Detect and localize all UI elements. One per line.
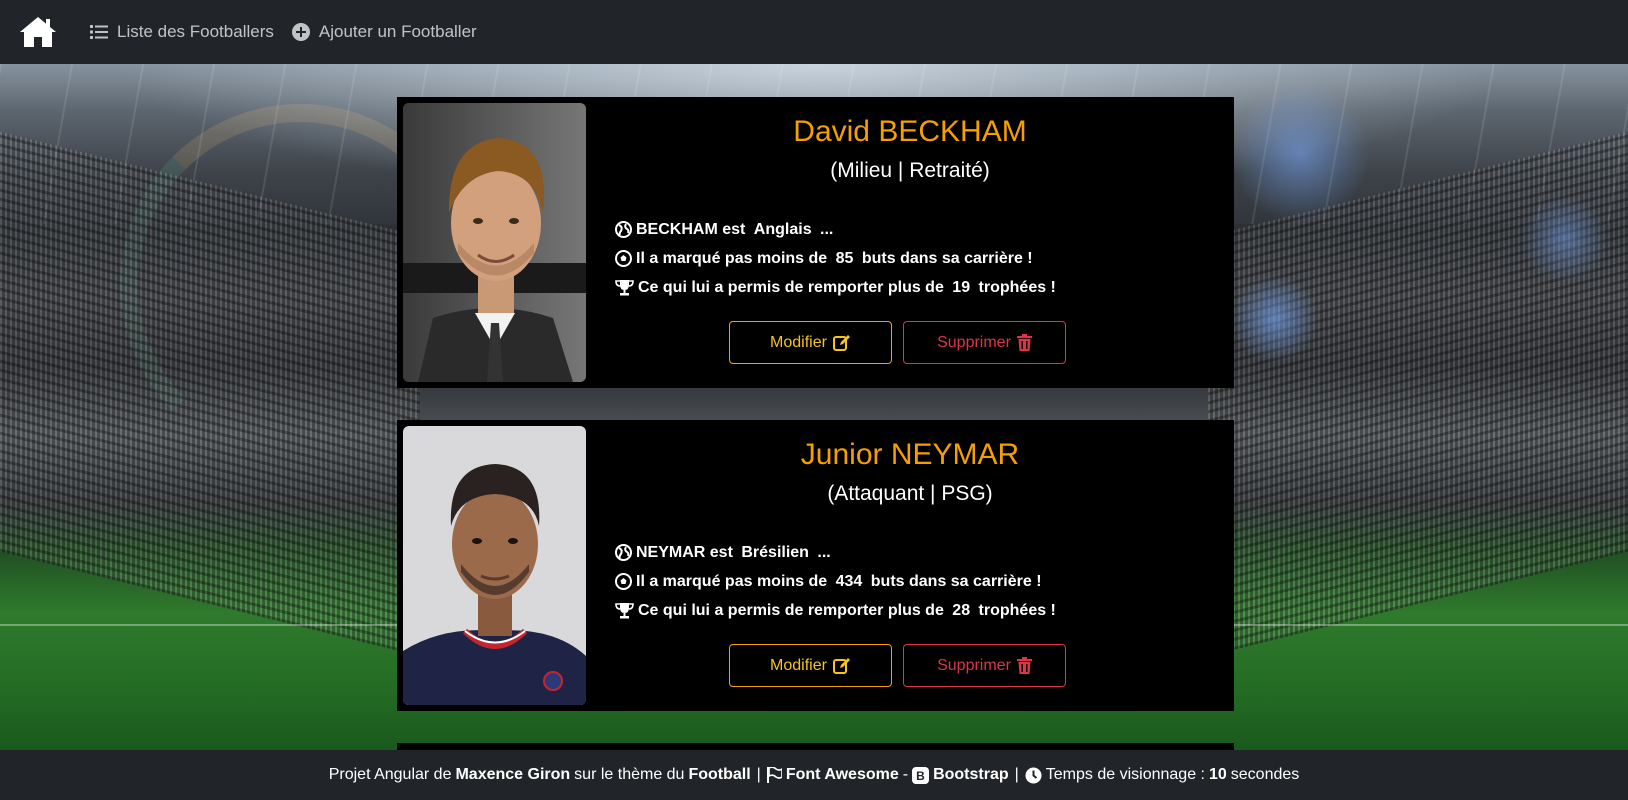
fact-text: NEYMAR est (636, 544, 738, 561)
player-card: Junior NEYMAR (Attaquant | PSG) NEYMAR e… (397, 420, 1234, 711)
fact-text: ... (815, 221, 834, 238)
nav-link-label: Ajouter un Footballer (318, 22, 477, 41)
player-facts: NEYMAR est Brésilien ... Il a marqué pas… (615, 538, 1056, 625)
fact-text: buts dans sa carrière ! (866, 573, 1042, 590)
footer-separator: | (1014, 766, 1019, 783)
globe-icon (615, 544, 632, 561)
trophy-icon (615, 603, 634, 619)
footer-text: sur le thème du (574, 766, 685, 783)
fact-text: trophées ! (974, 279, 1056, 296)
trash-icon (1016, 657, 1032, 674)
footer-theme: Football (688, 766, 751, 783)
player-photo (403, 103, 586, 382)
list-icon (90, 25, 108, 39)
nationality-line: BECKHAM est Anglais ... (615, 215, 1056, 244)
edit-button-label: Modifier (770, 333, 827, 351)
trophies-value: 19 (952, 279, 971, 296)
fact-text: Ce qui lui a permis de remporter plus de (638, 279, 949, 296)
football-icon (615, 573, 632, 590)
globe-icon (615, 221, 632, 238)
delete-button[interactable]: Supprimer (903, 321, 1066, 364)
nationality-line: NEYMAR est Brésilien ... (615, 538, 1056, 567)
footer: Projet Angular de Maxence Giron sur le t… (0, 750, 1628, 800)
plus-circle-icon (291, 23, 310, 41)
view-time-seconds: 10 (1208, 766, 1227, 783)
footer-font-awesome: Font Awesome (785, 766, 899, 783)
fact-text: Ce qui lui a permis de remporter plus de (638, 602, 949, 619)
footer-text: secondes (1230, 766, 1300, 783)
player-photo (403, 426, 586, 705)
fact-text: Il a marqué pas moins de (636, 250, 832, 267)
trash-icon (1016, 334, 1032, 351)
player-role: (Attaquant | PSG) (827, 482, 993, 505)
delete-button-label: Supprimer (937, 656, 1011, 674)
edit-button-label: Modifier (770, 656, 827, 674)
footer-separator: | (756, 766, 761, 783)
home-icon[interactable] (18, 12, 60, 52)
goals-line: Il a marqué pas moins de 434 buts dans s… (615, 567, 1056, 596)
player-name: David BECKHAM (793, 115, 1027, 148)
player-role: (Milieu | Retraité) (830, 159, 990, 182)
fact-text: buts dans sa carrière ! (857, 250, 1033, 267)
navbar: Liste des Footballers Ajouter un Footbal… (0, 0, 1628, 64)
fact-text: Il a marqué pas moins de (636, 573, 832, 590)
nationality-value: Brésilien (741, 544, 809, 561)
delete-button-label: Supprimer (937, 333, 1011, 351)
trophies-value: 28 (952, 602, 971, 619)
clock-icon (1025, 767, 1042, 784)
nav-link-list-footballers[interactable]: Liste des Footballers (90, 22, 274, 42)
fact-text: BECKHAM est (636, 221, 750, 238)
nav-link-add-footballer[interactable]: Ajouter un Footballer (291, 22, 477, 42)
trophy-icon (615, 280, 634, 296)
edit-icon (832, 658, 850, 674)
goals-value: 85 (835, 250, 854, 267)
player-name: Junior NEYMAR (800, 438, 1020, 471)
goals-line: Il a marqué pas moins de 85 buts dans sa… (615, 244, 1056, 273)
player-card: David BECKHAM (Milieu | Retraité) BECKHA… (397, 97, 1234, 388)
goals-value: 434 (835, 573, 863, 590)
fact-text: ... (812, 544, 831, 561)
footer-bootstrap: Bootstrap (933, 766, 1009, 783)
player-facts: BECKHAM est Anglais ... Il a marqué pas … (615, 215, 1056, 302)
trophies-line: Ce qui lui a permis de remporter plus de… (615, 596, 1056, 625)
footer-text: Temps de visionnage : (1045, 766, 1205, 783)
svg-text:B: B (916, 769, 925, 783)
bootstrap-icon: B (912, 766, 930, 784)
trophies-line: Ce qui lui a permis de remporter plus de… (615, 273, 1056, 302)
football-icon (615, 250, 632, 267)
flag-icon (766, 767, 782, 783)
nationality-value: Anglais (753, 221, 812, 238)
edit-button[interactable]: Modifier (729, 644, 892, 687)
nav-link-label: Liste des Footballers (117, 22, 274, 41)
delete-button[interactable]: Supprimer (903, 644, 1066, 687)
fact-text: trophées ! (974, 602, 1056, 619)
edit-button[interactable]: Modifier (729, 321, 892, 364)
footer-text: Projet Angular de (328, 766, 452, 783)
edit-icon (832, 335, 850, 351)
footer-separator: - (902, 766, 909, 783)
footer-author: Maxence Giron (455, 766, 571, 783)
